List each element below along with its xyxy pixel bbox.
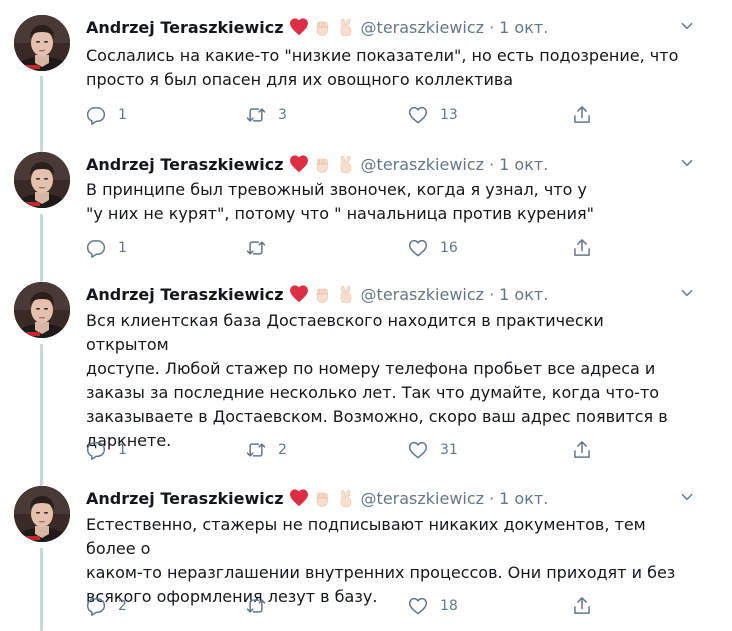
retweet-button[interactable] (246, 593, 278, 619)
author-name[interactable]: Andrzej Teraszkiewicz (86, 18, 284, 37)
tweet-actions: 1 16 (86, 235, 606, 261)
avatar[interactable] (14, 486, 70, 542)
share-icon (572, 238, 592, 258)
like-count: 16 (440, 240, 458, 256)
share-button[interactable] (572, 593, 592, 619)
share-icon (572, 105, 592, 125)
retweet-button[interactable]: 3 (246, 102, 287, 128)
reply-count: 1 (118, 442, 127, 458)
tweet[interactable]: Andrzej Teraszkiewicz @teraszkiewicz · 1… (0, 486, 732, 626)
author-handle[interactable]: @teraszkiewicz (361, 155, 485, 174)
victory-hand-icon (336, 488, 356, 508)
tweet[interactable]: Andrzej Teraszkiewicz @teraszkiewicz · 1… (0, 15, 732, 135)
heart-outline-icon (408, 105, 428, 125)
tweet-header: Andrzej Teraszkiewicz @teraszkiewicz · 1… (86, 486, 548, 510)
chevron-down-icon[interactable] (676, 152, 698, 174)
chevron-down-icon[interactable] (676, 15, 698, 37)
author-name[interactable]: Andrzej Teraszkiewicz (86, 489, 284, 508)
tweet-header: Andrzej Teraszkiewicz @teraszkiewicz · 1… (86, 152, 548, 176)
separator-dot: · (489, 17, 495, 37)
tweet-date[interactable]: 1 окт. (499, 155, 548, 174)
like-count: 13 (440, 107, 458, 123)
tweet-actions: 1 3 13 (86, 102, 606, 128)
red-heart-icon (288, 17, 308, 37)
like-count: 31 (440, 442, 458, 458)
red-heart-icon (288, 284, 308, 304)
reply-icon (86, 238, 106, 258)
tweet-text: Сослались на какие-то "низкие показатели… (86, 46, 679, 89)
raised-fist-icon (312, 488, 332, 508)
author-handle[interactable]: @teraszkiewicz (361, 285, 485, 304)
like-button[interactable]: 31 (408, 437, 458, 463)
chevron-down-icon[interactable] (676, 282, 698, 304)
share-icon (572, 596, 592, 616)
reply-count: 1 (118, 107, 127, 123)
victory-hand-icon (336, 284, 356, 304)
tweet-date[interactable]: 1 окт. (499, 285, 548, 304)
retweet-icon (246, 596, 266, 616)
tweet-text: В принципе был тревожный звоночек, когда… (86, 180, 594, 223)
retweet-button[interactable]: 2 (246, 437, 287, 463)
retweet-icon (246, 105, 266, 125)
separator-dot: · (489, 154, 495, 174)
victory-hand-icon (336, 154, 356, 174)
victory-hand-icon (336, 17, 356, 37)
reply-count: 1 (118, 240, 127, 256)
retweet-count: 3 (278, 107, 287, 123)
tweet-text: Вся клиентская база Достаевского находит… (86, 311, 668, 450)
reply-button[interactable]: 1 (86, 235, 127, 261)
separator-dot: · (489, 284, 495, 304)
tweet-header: Andrzej Teraszkiewicz @teraszkiewicz · 1… (86, 282, 548, 306)
author-name[interactable]: Andrzej Teraszkiewicz (86, 155, 284, 174)
red-heart-icon (288, 154, 308, 174)
author-name[interactable]: Andrzej Teraszkiewicz (86, 285, 284, 304)
retweet-icon (246, 238, 266, 258)
raised-fist-icon (312, 284, 332, 304)
avatar[interactable] (14, 282, 70, 338)
tweet[interactable]: Andrzej Teraszkiewicz @teraszkiewicz · 1… (0, 282, 732, 467)
raised-fist-icon (312, 154, 332, 174)
reply-button[interactable]: 1 (86, 102, 127, 128)
like-button[interactable]: 13 (408, 102, 458, 128)
tweet-date[interactable]: 1 окт. (499, 18, 548, 37)
heart-outline-icon (408, 238, 428, 258)
tweet[interactable]: Andrzej Teraszkiewicz @teraszkiewicz · 1… (0, 152, 732, 262)
retweet-icon (246, 440, 266, 460)
heart-outline-icon (408, 440, 428, 460)
tweet-actions: 1 2 31 (86, 437, 606, 463)
share-button[interactable] (572, 102, 592, 128)
reply-icon (86, 596, 106, 616)
like-button[interactable]: 18 (408, 593, 458, 619)
reply-icon (86, 440, 106, 460)
tweet-date[interactable]: 1 окт. (499, 489, 548, 508)
like-count: 18 (440, 598, 458, 614)
reply-button[interactable]: 2 (86, 593, 127, 619)
author-handle[interactable]: @teraszkiewicz (361, 489, 485, 508)
reply-icon (86, 105, 106, 125)
avatar[interactable] (14, 152, 70, 208)
chevron-down-icon[interactable] (676, 486, 698, 508)
tweet-actions: 2 18 (86, 593, 606, 619)
avatar[interactable] (14, 15, 70, 71)
reply-count: 2 (118, 598, 127, 614)
share-button[interactable] (572, 235, 592, 261)
like-button[interactable]: 16 (408, 235, 458, 261)
tweet-header: Andrzej Teraszkiewicz @teraszkiewicz · 1… (86, 15, 548, 39)
red-heart-icon (288, 488, 308, 508)
separator-dot: · (489, 488, 495, 508)
share-icon (572, 440, 592, 460)
raised-fist-icon (312, 17, 332, 37)
retweet-button[interactable] (246, 235, 278, 261)
retweet-count: 2 (278, 442, 287, 458)
heart-outline-icon (408, 596, 428, 616)
reply-button[interactable]: 1 (86, 437, 127, 463)
author-handle[interactable]: @teraszkiewicz (361, 18, 485, 37)
share-button[interactable] (572, 437, 592, 463)
